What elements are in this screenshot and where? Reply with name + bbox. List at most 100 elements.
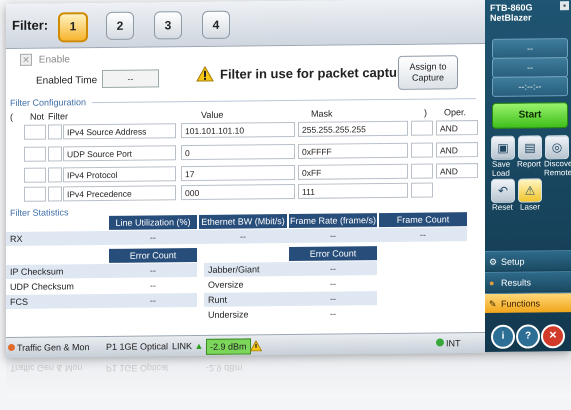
oversize-label: Oversize [208,279,244,290]
filter-cell[interactable]: UDP Source Port [63,145,176,162]
laser-icon[interactable]: ⚠ [518,178,542,203]
reset-icon[interactable]: ↶ [491,178,515,203]
not-cell[interactable] [48,186,62,202]
link-up-arrow-icon: ▲ [192,340,204,352]
menu-setup[interactable]: ⚙ Setup [485,250,571,271]
enable-label: Enable [38,53,70,66]
reflected-port-info: P1 1GE Optical [106,363,169,373]
main-panel: Filter: 1 2 3 4 ✕ Enable Enabled Time --… [6,0,485,358]
filter-label: Filter: [12,17,49,33]
start-button[interactable]: Start [492,102,568,129]
laser-label: Laser [520,202,541,212]
jabber-giant-value: -- [330,263,336,274]
oper-cell[interactable]: AND [436,142,478,158]
ip-checksum-value: -- [150,265,156,276]
close-paren-cell[interactable] [411,120,433,136]
mask-cell[interactable]: 0xFF [298,163,408,180]
enable-checkbox[interactable]: ✕ [20,53,32,66]
filter-tab-4[interactable]: 4 [202,10,230,39]
mask-cell[interactable]: 0xFFFF [298,142,408,159]
value-cell[interactable]: 17 [181,164,295,182]
error-count-header-left: Error Count [109,247,197,263]
value-cell[interactable]: 000 [181,183,295,201]
setup-gear-icon: ⚙ [489,256,498,267]
report-icon[interactable]: ▤ [518,135,542,160]
open-paren-cell[interactable] [24,186,46,202]
exit-button[interactable]: ✕ [541,324,565,349]
app-name: Traffic Gen & Mon [17,342,90,353]
oper-cell[interactable]: AND [436,120,478,136]
close-paren-cell[interactable] [411,163,433,179]
filter-cell[interactable]: IPv4 Source Address [63,123,176,140]
undersize-label: Undersize [208,309,249,320]
warning-text: Filter in use for packet capture [220,64,410,82]
reflected-app-name: Traffic Gen & Mon [10,363,83,373]
filter-cell[interactable]: IPv4 Precedence [63,185,176,202]
filter-tab-1[interactable]: 1 [58,12,88,43]
status-bar: Traffic Gen & Mon P1 1GE Optical LINK ▲ … [6,331,485,358]
value-cell[interactable]: 101.101.101.10 [181,121,295,139]
oper-cell[interactable]: AND [436,163,478,179]
close-paren-cell[interactable] [411,182,433,198]
open-paren-cell[interactable] [24,146,46,162]
report-label: Report [517,159,542,169]
close-paren-cell[interactable] [411,142,433,158]
runt-label: Runt [208,294,228,305]
status-field-1: -- [492,38,568,59]
section-divider [92,98,476,104]
filter-tab-2[interactable]: 2 [106,11,134,40]
filter-tab-3[interactable]: 3 [154,11,182,40]
rx-eth-bw-value: -- [240,231,246,242]
floor-reflection: Traffic Gen & Mon P1 1GE Optical -2.9 dB… [6,358,571,410]
error-count-header-right: Error Count [289,246,377,262]
traffic-icon [8,343,15,351]
menu-functions[interactable]: ✎ Functions [485,292,571,313]
value-cell[interactable]: 0 [181,143,295,161]
mask-cell[interactable]: 255.255.255.255 [298,120,408,137]
reset-label: Reset [492,202,513,212]
app-status[interactable]: Traffic Gen & Mon [8,337,90,358]
open-paren-cell[interactable] [24,124,46,140]
reflected-power: -2.9 dBm [206,363,243,373]
results-pie-icon: ● [489,277,495,288]
device-name: NetBlazer [490,12,532,23]
fcs-label: FCS [10,296,28,307]
filter-stats-title: Filter Statistics [10,207,69,218]
info-button[interactable]: i [491,324,515,349]
status-field-2: -- [492,57,568,78]
power-level-badge: -2.9 dBm [206,338,251,355]
discover-remote-icon[interactable]: ◎ [545,135,569,160]
window-close-icon[interactable]: ▪ [560,1,569,11]
functions-wrench-icon: ✎ [489,298,497,309]
col-value: Value [201,109,224,120]
stats-header-frame-count: Frame Count [379,212,467,228]
clock-label: INT [446,338,461,349]
udp-checksum-label: UDP Checksum [10,281,74,292]
menu-results[interactable]: ● Results [485,271,571,292]
not-cell[interactable] [48,124,62,140]
warning-triangle-icon [196,65,214,85]
oversize-value: -- [330,278,336,289]
col-not: Not [30,111,45,122]
help-button[interactable]: ? [516,324,540,349]
open-paren-cell[interactable] [24,167,46,183]
clock-source: INT [436,333,461,353]
udp-checksum-value: -- [150,280,156,291]
not-cell[interactable] [48,146,62,162]
assign-to-capture-button[interactable]: Assign to Capture [398,55,458,90]
warning-message: Filter in use for packet capture [196,64,409,85]
timer-field: --:--:-- [492,76,568,97]
port-info: P1 1GE Optical [106,341,169,352]
not-cell[interactable] [48,167,62,183]
reflection-status-bar: Traffic Gen & Mon P1 1GE Optical -2.9 dB… [6,358,571,398]
jabber-giant-label: Jabber/Giant [208,264,260,275]
mask-cell[interactable]: 111 [298,182,408,199]
device-title: FTB-860G NetBlazer [490,2,533,22]
undersize-value: -- [330,308,336,319]
alarm-warning-icon[interactable] [249,335,263,355]
rx-line-util-value: -- [150,232,156,243]
save-load-icon[interactable]: ▣ [491,135,515,160]
filter-cell[interactable]: IPv4 Protocol [63,166,176,183]
rx-frame-count-value: -- [420,229,426,240]
fcs-value: -- [150,295,156,306]
